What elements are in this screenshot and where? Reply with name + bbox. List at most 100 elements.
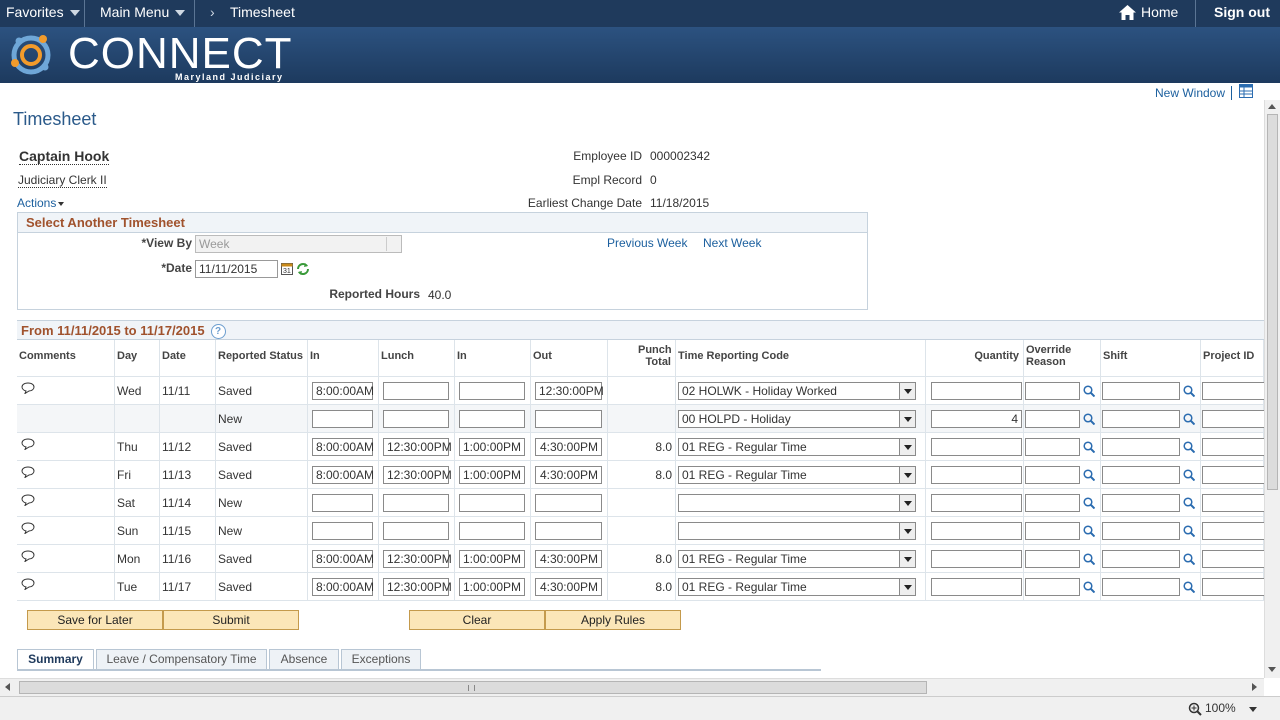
time-out-input[interactable]: 4:30:00PM — [535, 578, 602, 596]
lookup-search-icon[interactable] — [1183, 441, 1196, 454]
time-out-input[interactable]: 4:30:00PM — [535, 550, 602, 568]
quantity-input[interactable] — [931, 550, 1022, 568]
customize-page-icon[interactable] — [1239, 84, 1253, 98]
time-in-input[interactable]: 8:00:00AM — [312, 578, 374, 596]
quantity-input[interactable] — [931, 522, 1022, 540]
zoom-level[interactable]: 100% — [1205, 701, 1236, 715]
vertical-scrollbar[interactable] — [1264, 100, 1280, 678]
time-in-input[interactable]: 8:00:00AM — [312, 382, 374, 400]
comment-icon[interactable] — [21, 438, 35, 451]
project-id-input[interactable] — [1202, 438, 1272, 456]
refresh-icon[interactable] — [296, 262, 310, 276]
shift-input[interactable] — [1102, 578, 1180, 596]
dropdown-arrow-icon[interactable] — [899, 411, 915, 427]
dropdown-arrow-icon[interactable] — [899, 551, 915, 567]
lookup-search-icon[interactable] — [1083, 553, 1096, 566]
override-reason-input[interactable] — [1025, 382, 1080, 400]
override-reason-input[interactable] — [1025, 550, 1080, 568]
scroll-right-arrow-icon[interactable] — [1252, 683, 1257, 691]
time-reporting-code-select[interactable] — [678, 494, 916, 512]
time-out-input[interactable]: 12:30:00PM — [535, 382, 604, 400]
save-for-later-button[interactable]: Save for Later — [27, 610, 163, 630]
tab-absence[interactable]: Absence — [269, 649, 339, 670]
help-icon[interactable]: ? — [210, 324, 226, 340]
lunch-input[interactable]: 12:30:00PM — [383, 466, 452, 484]
home-icon[interactable] — [1119, 5, 1136, 23]
lookup-search-icon[interactable] — [1183, 581, 1196, 594]
horizontal-scrollbar[interactable] — [0, 678, 1264, 696]
scroll-left-arrow-icon[interactable] — [5, 683, 10, 691]
favorites-menu[interactable]: Favorites — [6, 4, 80, 20]
project-id-input[interactable] — [1202, 410, 1272, 428]
time-in-2-input[interactable] — [459, 494, 525, 512]
horizontal-scroll-thumb[interactable] — [19, 681, 927, 694]
lookup-search-icon[interactable] — [1083, 385, 1096, 398]
shift-input[interactable] — [1102, 466, 1180, 484]
lunch-input[interactable] — [383, 382, 449, 400]
override-reason-input[interactable] — [1025, 466, 1080, 484]
dropdown-arrow-icon[interactable] — [899, 439, 915, 455]
scroll-down-arrow-icon[interactable] — [1268, 667, 1276, 672]
zoom-dropdown-icon[interactable] — [1249, 707, 1257, 712]
time-in-2-input[interactable] — [459, 522, 525, 540]
comment-icon[interactable] — [21, 522, 35, 535]
comment-icon[interactable] — [21, 466, 35, 479]
shift-input[interactable] — [1102, 382, 1180, 400]
quantity-input[interactable] — [931, 578, 1022, 596]
employee-name[interactable]: Captain Hook — [19, 148, 110, 165]
quantity-input[interactable] — [931, 382, 1022, 400]
lunch-input[interactable] — [383, 522, 449, 540]
time-in-input[interactable] — [312, 410, 373, 428]
override-reason-input[interactable] — [1025, 438, 1080, 456]
new-window-link[interactable]: New Window — [1155, 86, 1225, 100]
lookup-search-icon[interactable] — [1183, 413, 1196, 426]
calendar-icon[interactable]: 31 — [281, 262, 293, 275]
time-in-2-input[interactable]: 1:00:00PM — [459, 550, 525, 568]
time-reporting-code-select[interactable]: 02 HOLWK - Holiday Worked — [678, 382, 916, 400]
tab-summary[interactable]: Summary — [17, 649, 94, 670]
time-in-input[interactable] — [312, 522, 373, 540]
breadcrumb[interactable]: Timesheet — [230, 4, 295, 20]
lookup-search-icon[interactable] — [1083, 441, 1096, 454]
time-in-input[interactable] — [312, 494, 373, 512]
lookup-search-icon[interactable] — [1083, 581, 1096, 594]
previous-week-link[interactable]: Previous Week — [607, 236, 687, 250]
lunch-input[interactable] — [383, 494, 449, 512]
time-in-2-input[interactable]: 1:00:00PM — [459, 466, 525, 484]
vertical-scroll-thumb[interactable] — [1267, 114, 1278, 490]
time-reporting-code-select[interactable]: 01 REG - Regular Time — [678, 466, 916, 484]
lookup-search-icon[interactable] — [1183, 525, 1196, 538]
time-in-input[interactable]: 8:00:00AM — [312, 438, 374, 456]
override-reason-input[interactable] — [1025, 578, 1080, 596]
main-menu[interactable]: Main Menu — [100, 4, 186, 20]
quantity-input[interactable] — [931, 438, 1022, 456]
lookup-search-icon[interactable] — [1083, 413, 1096, 426]
dropdown-arrow-icon[interactable] — [899, 383, 915, 399]
tab-leave-compensatory[interactable]: Leave / Compensatory Time — [96, 649, 267, 670]
time-reporting-code-select[interactable]: 01 REG - Regular Time — [678, 438, 916, 456]
time-in-2-input[interactable]: 1:00:00PM — [459, 578, 525, 596]
shift-input[interactable] — [1102, 410, 1180, 428]
lookup-search-icon[interactable] — [1183, 497, 1196, 510]
time-out-input[interactable] — [535, 410, 602, 428]
clear-button[interactable]: Clear — [409, 610, 545, 630]
time-reporting-code-select[interactable] — [678, 522, 916, 540]
dropdown-arrow-icon[interactable] — [899, 467, 915, 483]
lookup-search-icon[interactable] — [1183, 469, 1196, 482]
home-link[interactable]: Home — [1141, 4, 1178, 20]
date-input[interactable]: 11/11/2015 — [195, 260, 278, 278]
project-id-input[interactable] — [1202, 494, 1272, 512]
lunch-input[interactable]: 12:30:00PM — [383, 578, 452, 596]
override-reason-input[interactable] — [1025, 494, 1080, 512]
lunch-input[interactable]: 12:30:00PM — [383, 550, 452, 568]
dropdown-arrow-icon[interactable] — [899, 495, 915, 511]
next-week-link[interactable]: Next Week — [703, 236, 761, 250]
tab-exceptions[interactable]: Exceptions — [341, 649, 421, 670]
time-out-input[interactable] — [535, 522, 602, 540]
comment-icon[interactable] — [21, 578, 35, 591]
project-id-input[interactable] — [1202, 382, 1272, 400]
shift-input[interactable] — [1102, 438, 1180, 456]
time-reporting-code-select[interactable]: 01 REG - Regular Time — [678, 550, 916, 568]
lookup-search-icon[interactable] — [1083, 525, 1096, 538]
quantity-input[interactable] — [931, 466, 1022, 484]
